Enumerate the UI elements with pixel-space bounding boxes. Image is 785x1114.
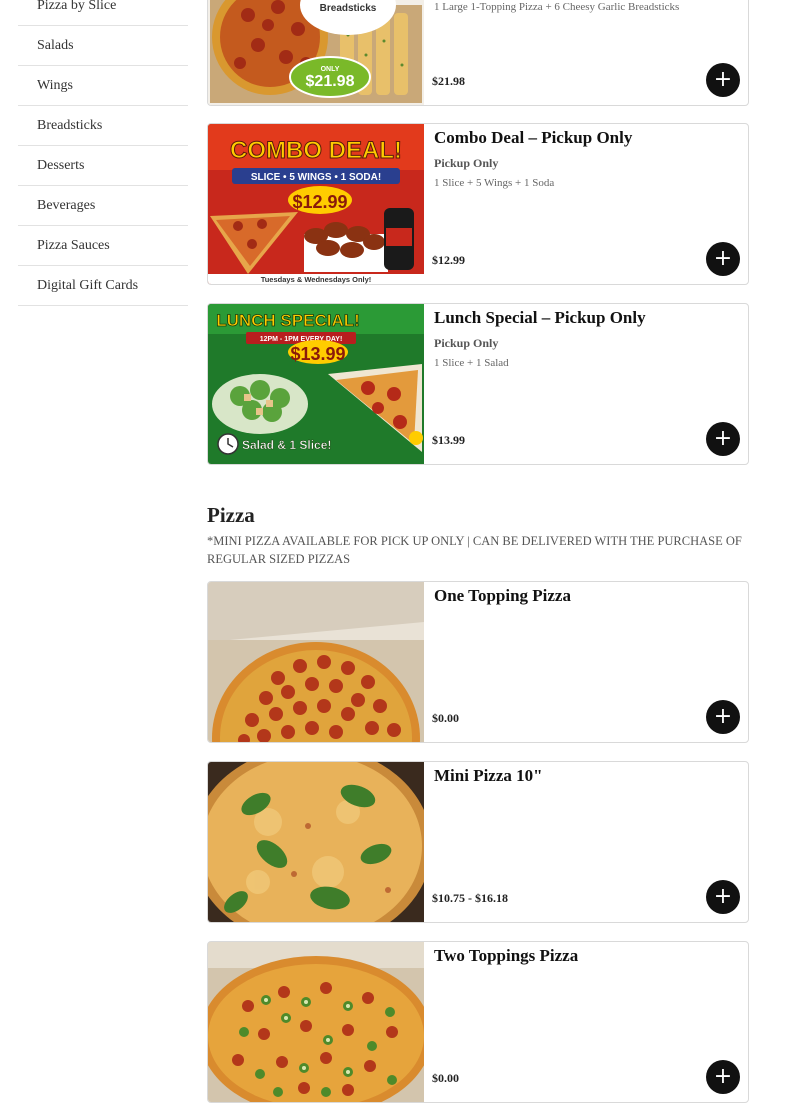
promo-image-combo-deal: COMBO DEAL! SLICE • 5 WINGS • 1 SODA! $1…: [208, 124, 424, 284]
item-price: $0.00: [432, 1071, 459, 1085]
sidebar-item-pizza-by-slice[interactable]: Pizza by Slice: [18, 0, 188, 26]
sidebar-item-breadsticks[interactable]: Breadsticks: [18, 106, 188, 146]
plus-icon: +: [713, 1064, 733, 1089]
item-subtitle: Pickup Only: [434, 336, 499, 350]
item-price: $12.99: [432, 253, 465, 267]
menu-item-card[interactable]: Mini Pizza 10" $10.75 - $16.18 +: [207, 761, 749, 923]
add-to-cart-button[interactable]: +: [706, 700, 740, 734]
item-price: $0.00: [432, 711, 459, 725]
section-title: Pizza: [207, 503, 255, 527]
sidebar-item-label: Wings: [37, 77, 73, 93]
plus-icon: +: [713, 884, 733, 909]
sidebar-item-beverages[interactable]: Beverages: [18, 186, 188, 226]
add-to-cart-button[interactable]: +: [706, 422, 740, 456]
item-price: $21.98: [432, 74, 465, 88]
sidebar-item-pizza-sauces[interactable]: Pizza Sauces: [18, 226, 188, 266]
menu-item-card[interactable]: One Topping Pizza $0.00 +: [207, 581, 749, 743]
add-to-cart-button[interactable]: +: [706, 242, 740, 276]
item-description: 1 Slice + 5 Wings + 1 Soda: [434, 177, 555, 189]
item-title: Two Toppings Pizza: [434, 946, 579, 965]
pizza-image-basil: [208, 762, 424, 922]
sidebar-item-label: Pizza by Slice: [37, 0, 117, 13]
category-sidebar: Pizza by Slice Salads Wings Breadsticks …: [18, 0, 188, 306]
item-price: $13.99: [432, 433, 465, 447]
promo-badge-price: $21.98: [306, 73, 355, 90]
add-to-cart-button[interactable]: +: [706, 880, 740, 914]
menu-item-card[interactable]: LUNCH SPECIAL! 12PM - 1PM EVERY DAY! $13…: [207, 303, 749, 465]
pizza-image-pepperoni: [208, 582, 424, 742]
sidebar-item-label: Breadsticks: [37, 117, 103, 133]
sidebar-item-desserts[interactable]: Desserts: [18, 146, 188, 186]
add-to-cart-button[interactable]: +: [706, 1060, 740, 1094]
menu-item-card[interactable]: Two Toppings Pizza $0.00 +: [207, 941, 749, 1103]
promo-badge-top: ONLY: [321, 66, 340, 73]
item-title: One Topping Pizza: [434, 586, 571, 605]
sidebar-item-label: Desserts: [37, 157, 85, 173]
promo-footer: Salad & 1 Slice!: [242, 438, 331, 452]
section-note: *MINI PIZZA AVAILABLE FOR PICK UP ONLY |…: [207, 534, 742, 566]
plus-icon: +: [713, 704, 733, 729]
plus-icon: +: [713, 426, 733, 451]
sidebar-item-label: Pizza Sauces: [37, 237, 110, 253]
promo-headline: LUNCH SPECIAL!: [216, 311, 360, 330]
menu-item-card[interactable]: COMBO DEAL! SLICE • 5 WINGS • 1 SODA! $1…: [207, 123, 749, 285]
promo-image-pizza-breadsticks: Breadsticks ONLY $21.98: [208, 0, 424, 105]
item-title: Combo Deal – Pickup Only: [434, 128, 633, 147]
item-title: Lunch Special – Pickup Only: [434, 308, 646, 327]
promo-price: $13.99: [290, 344, 345, 364]
promo-footer: Tuesdays & Wednesdays Only!: [261, 275, 372, 284]
item-price: $10.75 - $16.18: [432, 891, 508, 905]
sidebar-item-label: Digital Gift Cards: [37, 277, 139, 293]
menu-item-card[interactable]: Breadsticks ONLY $21.98 1 Large 1-Toppin…: [207, 0, 749, 106]
sidebar-item-label: Beverages: [37, 197, 96, 213]
promo-headline: COMBO DEAL!: [230, 137, 402, 164]
promo-price: $12.99: [292, 192, 347, 212]
sidebar-item-salads[interactable]: Salads: [18, 26, 188, 66]
item-title: Mini Pizza 10": [434, 766, 543, 785]
sidebar-item-wings[interactable]: Wings: [18, 66, 188, 106]
item-description: 1 Large 1-Topping Pizza + 6 Cheesy Garli…: [434, 1, 680, 13]
sidebar-item-digital-gift-cards[interactable]: Digital Gift Cards: [18, 266, 188, 306]
item-subtitle: Pickup Only: [434, 156, 499, 170]
plus-icon: +: [713, 67, 733, 92]
pizza-image-jalapeno-pepperoni: [208, 942, 424, 1102]
plus-icon: +: [713, 246, 733, 271]
promo-image-lunch-special: LUNCH SPECIAL! 12PM - 1PM EVERY DAY! $13…: [208, 304, 424, 464]
promo-tagline: SLICE • 5 WINGS • 1 SODA!: [251, 172, 381, 183]
add-to-cart-button[interactable]: +: [706, 63, 740, 97]
sidebar-item-label: Salads: [37, 37, 74, 53]
item-description: 1 Slice + 1 Salad: [434, 357, 509, 369]
promo-label-breadsticks: Breadsticks: [320, 3, 377, 14]
